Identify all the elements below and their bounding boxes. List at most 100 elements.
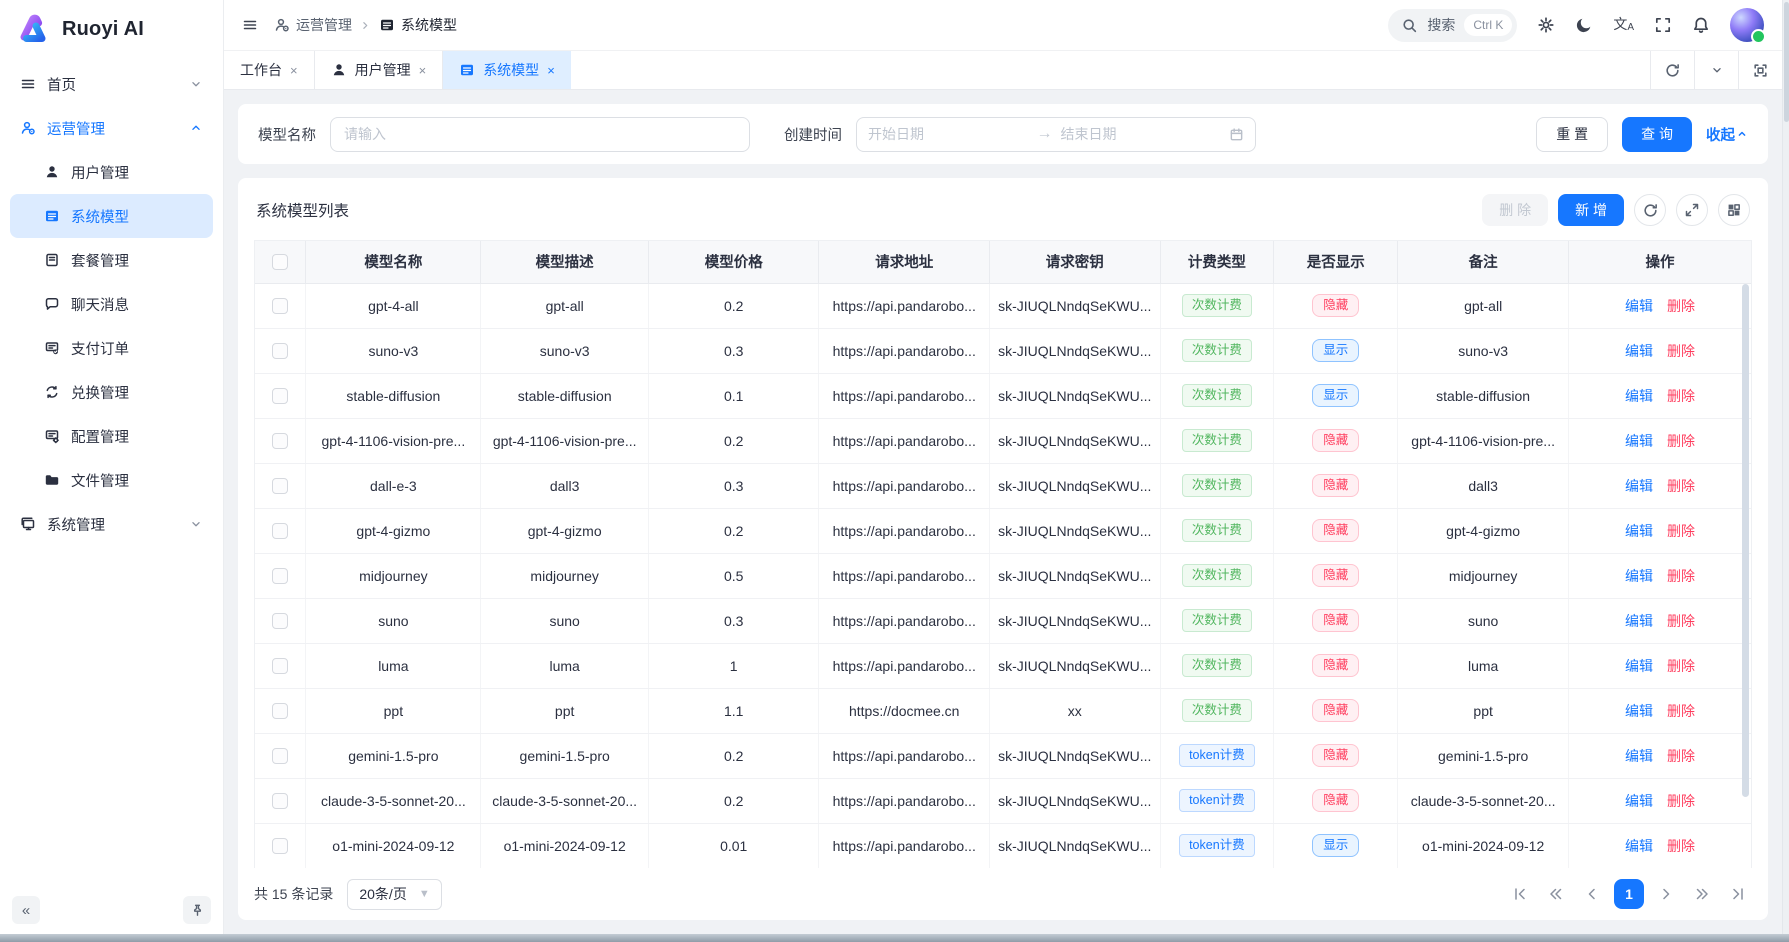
delete-link[interactable]: 删除 [1667,433,1695,449]
delete-link[interactable]: 删除 [1667,523,1695,539]
delete-link[interactable]: 删除 [1667,748,1695,764]
edit-link[interactable]: 编辑 [1625,478,1653,494]
cell-model-desc: dall3 [481,463,649,508]
breadcrumb-current[interactable]: 系统模型 [379,15,457,35]
user-avatar[interactable] [1730,8,1764,42]
tab-system-model[interactable]: 系统模型 [443,51,571,89]
row-checkbox[interactable] [272,298,288,314]
edit-link[interactable]: 编辑 [1625,298,1653,314]
edit-link[interactable]: 编辑 [1625,838,1653,854]
notification-bell-icon[interactable] [1692,16,1710,34]
delete-link[interactable]: 删除 [1667,658,1695,674]
sidebar-item-package-manage[interactable]: 套餐管理 [10,238,213,282]
page-scrollbar[interactable] [1782,0,1789,934]
table-scrollbar[interactable] [1742,284,1750,867]
sidebar-item-file-manage[interactable]: 文件管理 [10,458,213,502]
date-range-picker[interactable] [856,117,1256,152]
page-scrollbar-thumb[interactable] [1784,2,1789,122]
sidebar-item-home[interactable]: 首页 [10,62,213,106]
reset-button[interactable]: 重 置 [1536,117,1608,152]
select-all-checkbox[interactable] [272,254,288,270]
global-search[interactable]: 搜索 Ctrl K [1388,9,1517,42]
column-settings-icon[interactable] [1718,194,1750,226]
search-button[interactable]: 查 询 [1622,117,1692,152]
models-table: 模型名称 模型描述 模型价格 请求地址 请求密钥 计费类型 是否显示 备注 操作 [255,241,1751,868]
dark-mode-moon-icon[interactable] [1575,16,1593,34]
row-checkbox[interactable] [272,523,288,539]
last-page-button[interactable] [1724,880,1752,908]
close-icon[interactable] [419,63,427,78]
edit-link[interactable]: 编辑 [1625,388,1653,404]
maximize-icon[interactable] [1738,51,1782,89]
row-checkbox[interactable] [272,388,288,404]
next-5-pages-button[interactable] [1688,880,1716,908]
tab-user-manage[interactable]: 用户管理 [315,51,444,89]
delete-link[interactable]: 删除 [1667,613,1695,629]
row-checkbox[interactable] [272,658,288,674]
row-checkbox[interactable] [272,433,288,449]
delete-link[interactable]: 删除 [1667,343,1695,359]
row-checkbox[interactable] [272,568,288,584]
delete-link[interactable]: 删除 [1667,793,1695,809]
delete-link[interactable]: 删除 [1667,298,1695,314]
row-checkbox[interactable] [272,613,288,629]
first-page-button[interactable] [1506,880,1534,908]
delete-link[interactable]: 删除 [1667,703,1695,719]
edit-link[interactable]: 编辑 [1625,523,1653,539]
edit-link[interactable]: 编辑 [1625,748,1653,764]
row-checkbox[interactable] [272,748,288,764]
sidebar-item-config-manage[interactable]: 配置管理 [10,414,213,458]
delete-link[interactable]: 删除 [1667,388,1695,404]
sidebar-item-chat-message[interactable]: 聊天消息 [10,282,213,326]
sidebar-item-ops[interactable]: 运营管理 [10,106,213,150]
sidebar-item-user-manage[interactable]: 用户管理 [10,150,213,194]
prev-5-pages-button[interactable] [1542,880,1570,908]
delete-link[interactable]: 删除 [1667,478,1695,494]
row-checkbox[interactable] [272,343,288,359]
delete-button[interactable]: 删 除 [1482,194,1548,226]
current-page-button[interactable]: 1 [1614,879,1644,909]
delete-link[interactable]: 删除 [1667,568,1695,584]
sidebar-collapse-button[interactable] [12,896,40,924]
row-checkbox[interactable] [272,838,288,854]
page-size-select[interactable]: 20条/页 [347,879,441,910]
cell-request-key: sk-JIUQLNndqSeKWU... [990,418,1161,463]
sidebar-item-system[interactable]: 系统管理 [10,502,213,546]
next-page-button[interactable] [1652,880,1680,908]
hamburger-menu-icon[interactable] [242,17,258,33]
cell-model-desc: ppt [481,688,649,733]
refresh-icon[interactable] [1650,51,1694,89]
sidebar-item-system-model[interactable]: 系统模型 [10,194,213,238]
fullscreen-icon[interactable] [1654,16,1672,34]
scrollbar-thumb[interactable] [1742,284,1749,797]
model-name-input[interactable] [330,117,750,152]
edit-link[interactable]: 编辑 [1625,343,1653,359]
prev-page-button[interactable] [1578,880,1606,908]
edit-link[interactable]: 编辑 [1625,433,1653,449]
row-checkbox[interactable] [272,703,288,719]
tab-workbench[interactable]: 工作台 [224,51,315,89]
close-icon[interactable] [547,63,555,78]
breadcrumb-parent[interactable]: 运营管理 [274,15,352,35]
sidebar-item-redeem-manage[interactable]: 兑换管理 [10,370,213,414]
start-date-input[interactable] [868,126,1029,142]
edit-link[interactable]: 编辑 [1625,703,1653,719]
edit-link[interactable]: 编辑 [1625,658,1653,674]
expand-icon[interactable] [1676,194,1708,226]
edit-link[interactable]: 编辑 [1625,568,1653,584]
sidebar-pin-button[interactable] [183,896,211,924]
refresh-icon[interactable] [1634,194,1666,226]
add-button[interactable]: 新 增 [1558,194,1624,226]
edit-link[interactable]: 编辑 [1625,793,1653,809]
collapse-filter-link[interactable]: 收起 [1706,124,1748,145]
sidebar-item-pay-order[interactable]: 支付订单 [10,326,213,370]
edit-link[interactable]: 编辑 [1625,613,1653,629]
close-icon[interactable] [290,63,298,78]
row-checkbox[interactable] [272,793,288,809]
end-date-input[interactable] [1061,126,1222,142]
translate-icon[interactable]: 文A [1613,17,1634,33]
gear-icon[interactable] [1537,16,1555,34]
row-checkbox[interactable] [272,478,288,494]
delete-link[interactable]: 删除 [1667,838,1695,854]
chevron-down-icon[interactable] [1694,51,1738,89]
